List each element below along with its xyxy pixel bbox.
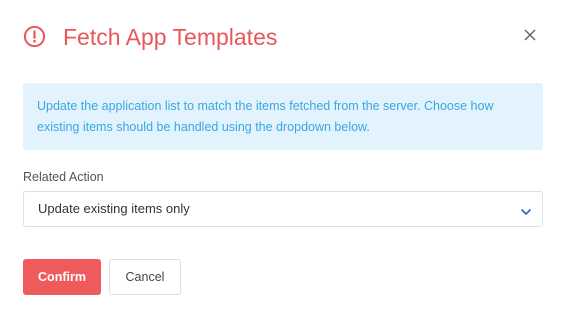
fetch-app-templates-dialog: Fetch App Templates Update the applicati… — [0, 0, 567, 318]
confirm-button[interactable]: Confirm — [23, 259, 101, 295]
info-message: Update the application list to match the… — [23, 83, 543, 150]
related-action-label: Related Action — [23, 170, 104, 184]
related-action-selected-value: Update existing items only — [38, 201, 190, 216]
dialog-title: Fetch App Templates — [63, 24, 278, 50]
close-button[interactable] — [520, 27, 540, 47]
chevron-down-icon — [520, 204, 532, 215]
cancel-button[interactable]: Cancel — [109, 259, 181, 295]
close-icon — [524, 28, 536, 46]
related-action-select[interactable]: Update existing items only — [23, 191, 543, 227]
alert-circle-icon — [23, 25, 46, 48]
